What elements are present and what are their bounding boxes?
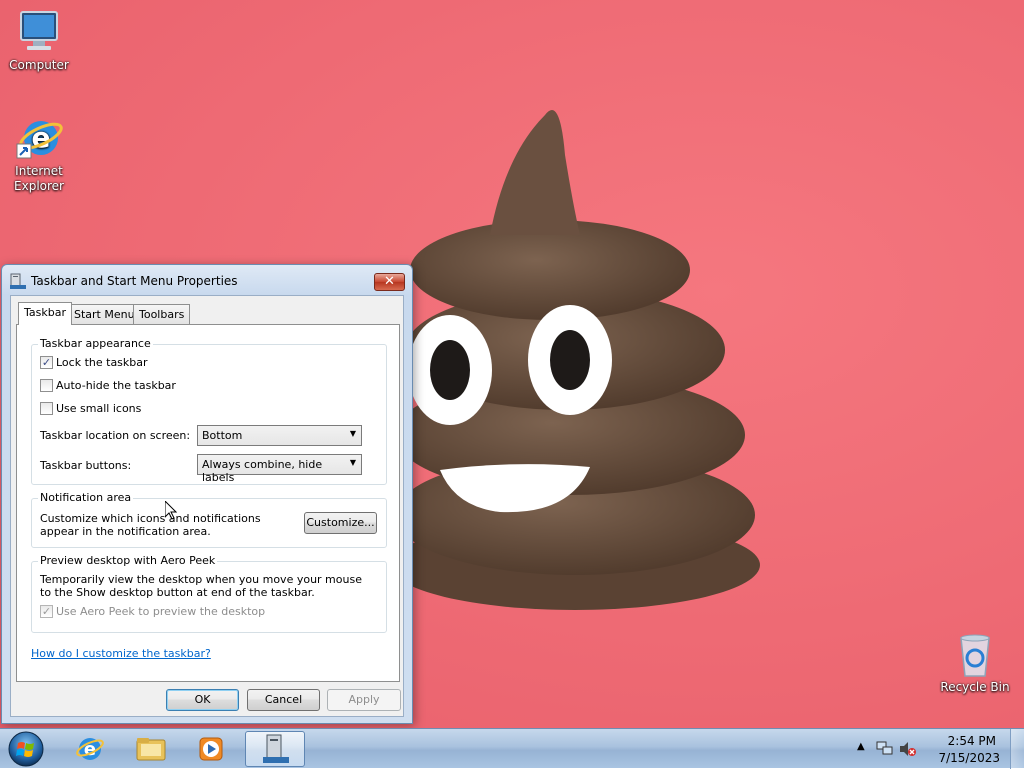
notification-area-title: Notification area — [38, 491, 134, 504]
aero-peek-description: Temporarily view the desktop when you mo… — [40, 573, 362, 599]
notification-area-group: Notification area Customize which icons … — [31, 491, 387, 548]
aero-peek-title: Preview desktop with Aero Peek — [38, 554, 218, 567]
internet-explorer-desktop-icon[interactable]: e Internet Explorer — [1, 114, 77, 194]
internet-explorer-icon: e — [76, 738, 104, 760]
recycle-bin-desktop-icon[interactable]: Recycle Bin — [937, 630, 1013, 695]
customize-button[interactable]: Customize... — [304, 512, 377, 534]
computer-icon — [20, 11, 58, 50]
chevron-down-icon: ▼ — [349, 429, 356, 438]
taskbar-internet-explorer[interactable]: e — [62, 731, 118, 767]
small-icons-option[interactable]: Use small icons — [40, 401, 142, 418]
tab-toolbars-label: Toolbars — [139, 308, 185, 321]
taskbar-media-player[interactable] — [183, 731, 239, 767]
show-hidden-icons-icon[interactable]: ▲ — [857, 741, 865, 752]
taskbar-appearance-group: Taskbar appearance ✓ Lock the taskbar Aut… — [31, 337, 387, 485]
recycle-bin-icon — [960, 634, 990, 677]
tab-toolbars[interactable]: Toolbars — [133, 304, 191, 324]
autohide-taskbar-checkbox[interactable] — [40, 378, 53, 392]
chevron-down-icon: ▼ — [349, 458, 356, 467]
show-desktop-button[interactable] — [1010, 729, 1024, 769]
taskbar-appearance-title: Taskbar appearance — [38, 337, 153, 350]
computer-desktop-icon[interactable]: Computer — [1, 8, 77, 73]
network-icon[interactable] — [876, 741, 894, 757]
notification-tray: ▲ 2:54 PM 7/15/2023 — [854, 729, 1024, 769]
tab-taskbar-label: Taskbar — [24, 306, 66, 319]
aero-peek-group: Preview desktop with Aero Peek Temporari… — [31, 554, 387, 633]
clock-date[interactable]: 7/15/2023 — [938, 751, 1000, 765]
apply-button-label: Apply — [348, 693, 380, 706]
lock-taskbar-checkbox[interactable]: ✓ — [40, 355, 53, 369]
taskbar-tab-panel: Taskbar appearance ✓ Lock the taskbar Aut… — [16, 324, 400, 682]
taskbar-location-value: Bottom — [202, 429, 243, 442]
taskbar-buttons-dropdown[interactable]: Always combine, hide labels ▼ — [197, 454, 362, 484]
taskbar-properties-icon — [263, 734, 289, 763]
ok-button-label: OK — [194, 693, 211, 706]
internet-explorer-label: Internet Explorer — [14, 164, 64, 193]
taskbar-properties-icon — [10, 273, 26, 289]
apply-button[interactable]: Apply — [327, 689, 401, 711]
taskbar-properties-window[interactable] — [245, 731, 305, 767]
taskbar-location-dropdown[interactable]: Bottom ▼ — [197, 425, 362, 446]
cancel-button-label: Cancel — [264, 693, 303, 706]
customize-button-label: Customize... — [306, 516, 375, 529]
taskbar-windows-explorer[interactable] — [122, 731, 178, 767]
help-link[interactable]: How do I customize the taskbar? — [31, 647, 211, 660]
close-icon: ✕ — [384, 274, 395, 289]
tab-start-menu-label: Start Menu — [74, 308, 135, 321]
media-player-icon — [199, 737, 223, 761]
small-icons-label: Use small icons — [56, 402, 142, 415]
ok-button[interactable]: OK — [166, 689, 239, 711]
cancel-button[interactable]: Cancel — [247, 689, 320, 711]
folder-icon — [136, 738, 166, 761]
autohide-taskbar-label: Auto-hide the taskbar — [56, 379, 176, 392]
recycle-bin-label: Recycle Bin — [940, 680, 1010, 694]
lock-taskbar-option[interactable]: ✓ Lock the taskbar — [40, 355, 148, 372]
clock-time[interactable]: 2:54 PM — [948, 734, 996, 748]
dialog-title: Taskbar and Start Menu Properties — [31, 274, 238, 288]
tab-start-menu[interactable]: Start Menu — [68, 304, 141, 324]
taskbar-properties-dialog: Taskbar and Start Menu Properties ✕ Task… — [1, 264, 413, 724]
aero-peek-label: Use Aero Peek to preview the desktop — [56, 605, 266, 618]
aero-peek-option: ✓ Use Aero Peek to preview the desktop — [40, 604, 266, 621]
computer-label: Computer — [9, 58, 69, 72]
start-button[interactable] — [6, 730, 46, 768]
dialog-client: Taskbar Start Menu Toolbars Taskbar appe… — [10, 295, 404, 717]
lock-taskbar-label: Lock the taskbar — [56, 356, 148, 369]
internet-explorer-icon: e — [16, 121, 63, 159]
mouse-cursor-icon — [165, 501, 177, 520]
taskbar-location-label: Taskbar location on screen: — [40, 429, 191, 442]
volume-muted-icon[interactable] — [898, 741, 916, 757]
small-icons-checkbox[interactable] — [40, 401, 53, 415]
title-bar[interactable]: Taskbar and Start Menu Properties ✕ — [2, 265, 412, 295]
taskbar-buttons-label: Taskbar buttons: — [40, 459, 132, 472]
close-button[interactable]: ✕ — [374, 273, 405, 291]
autohide-taskbar-option[interactable]: Auto-hide the taskbar — [40, 378, 176, 395]
aero-peek-checkbox: ✓ — [40, 604, 53, 618]
taskbar-buttons-value: Always combine, hide labels — [202, 458, 323, 484]
tab-taskbar[interactable]: Taskbar — [18, 302, 72, 325]
taskbar: e ▲ 2:54 PM 7/15/2023 — [0, 728, 1024, 769]
wallpaper-poop-image — [390, 110, 760, 610]
